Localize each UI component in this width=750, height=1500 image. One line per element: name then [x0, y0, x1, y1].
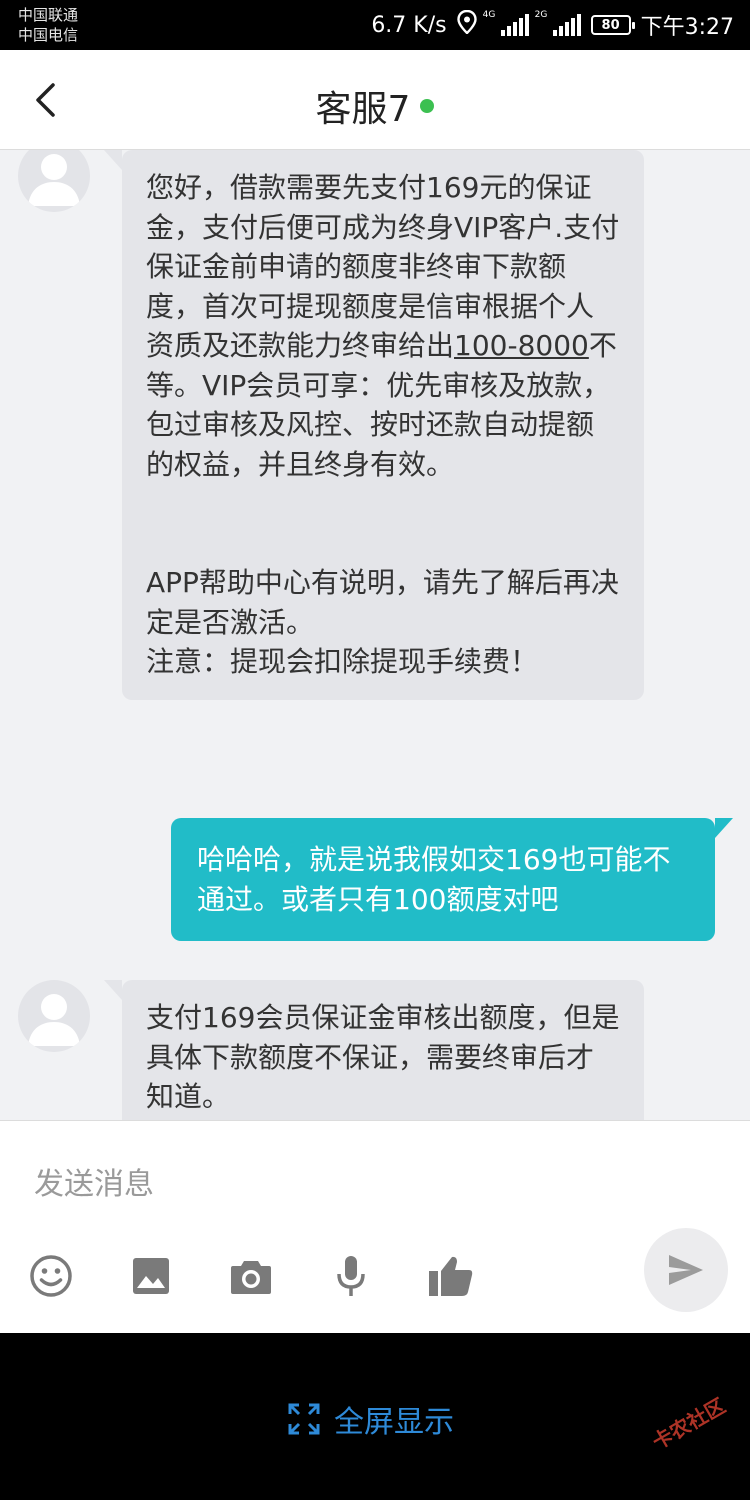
expand-icon — [288, 1403, 320, 1435]
camera-button[interactable] — [226, 1251, 276, 1301]
amount-range: 100-8000 — [454, 329, 589, 362]
message-text: 支付169会员保证金审核出额度，但是具体下款额度不保证，需要终审后才知道。 — [146, 1001, 620, 1113]
status-bar: 中国联通 中国电信 6.7 K/s 4G 2G 80 下午3:27 — [0, 0, 750, 50]
fullscreen-label: 全屏显示 — [334, 1405, 454, 1440]
watermark: 卡农社区 — [648, 1393, 730, 1455]
carrier-1: 中国联通 — [18, 6, 79, 24]
message-text: 哈哈哈，就是说我假如交169也可能不通过。或者只有100额度对吧 — [197, 843, 671, 916]
smiley-icon — [30, 1255, 72, 1297]
message-list[interactable]: 您好，借款需要先支付169元的保证金，支付后便可成为终身VIP客户.支付保证金前… — [0, 150, 750, 1120]
carrier-2: 中国电信 — [18, 26, 79, 44]
send-icon — [669, 1255, 703, 1285]
image-icon — [133, 1258, 169, 1294]
thumbs-up-icon — [429, 1256, 473, 1296]
network-speed: 6.7 K/s — [371, 12, 447, 38]
carrier-info: 中国联通 中国电信 — [18, 5, 78, 45]
bottom-bar: 全屏显示 卡农社区 — [0, 1333, 750, 1500]
message-bubble-agent[interactable]: 您好，借款需要先支付169元的保证金，支付后便可成为终身VIP客户.支付保证金前… — [104, 150, 644, 700]
signal-2g-icon: 2G — [535, 10, 581, 36]
chat-title: 客服7 — [315, 89, 411, 130]
status-right: 6.7 K/s 4G 2G 80 下午3:27 — [371, 0, 734, 50]
online-status-dot — [420, 99, 435, 113]
composer — [0, 1120, 750, 1333]
emoji-button[interactable] — [26, 1251, 76, 1301]
agent-avatar[interactable] — [18, 980, 90, 1052]
battery-icon: 80 — [590, 15, 635, 35]
message-bubble-agent[interactable]: 支付169会员保证金审核出额度，但是具体下款额度不保证，需要终审后才知道。 — [104, 980, 644, 1120]
signal-4g-icon: 4G — [483, 10, 529, 36]
message-paragraph: APP帮助中心有说明，请先了解后再决定是否激活。 — [146, 566, 619, 639]
location-icon — [456, 9, 477, 40]
chat-title-wrap: 客服7 — [0, 80, 750, 132]
message-input[interactable] — [34, 1159, 594, 1209]
microphone-icon — [337, 1256, 365, 1296]
chat-header: 客服7 — [0, 50, 750, 150]
message-bubble-user[interactable]: 哈哈哈，就是说我假如交169也可能不通过。或者只有100额度对吧 — [171, 818, 733, 941]
message-paragraph: 注意：提现会扣除提现手续费！ — [146, 645, 539, 678]
agent-avatar[interactable] — [18, 150, 90, 212]
message-paragraph: 您好，借款需要先支付169元的保证金，支付后便可成为终身VIP客户.支付保证金前… — [146, 171, 620, 481]
battery-level: 80 — [601, 17, 620, 33]
camera-icon — [231, 1261, 271, 1294]
voice-button[interactable] — [326, 1251, 376, 1301]
image-button[interactable] — [126, 1251, 176, 1301]
clock: 下午3:27 — [640, 15, 734, 40]
like-button[interactable] — [426, 1251, 476, 1301]
fullscreen-button[interactable]: 全屏显示 — [288, 1397, 454, 1441]
send-button[interactable] — [644, 1228, 728, 1312]
